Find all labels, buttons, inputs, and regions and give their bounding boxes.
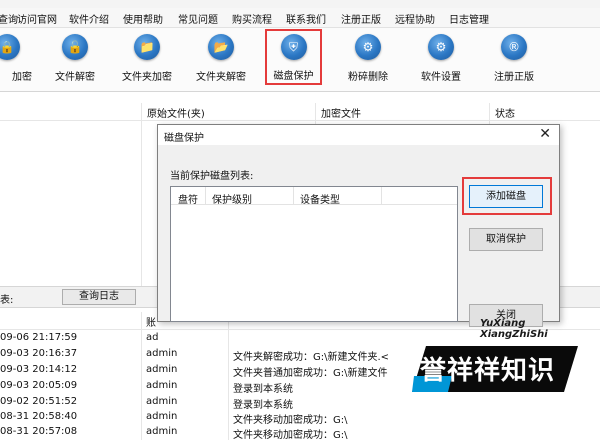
cancel-protect-button[interactable]: 取消保护 xyxy=(469,228,543,251)
menubar: 查询 访问官网 软件介绍 使用帮助 常见问题 购买流程 联系我们 注册正版 远程… xyxy=(0,8,600,28)
shield-icon: ⛨ xyxy=(280,34,307,60)
toolbar-disk-protect-button[interactable]: ⛨ 磁盘保护 xyxy=(265,29,322,85)
column-drive-letter[interactable]: 盘符 xyxy=(178,191,198,206)
column-divider xyxy=(293,187,294,205)
log-row[interactable]: 09-02 20:51:52 admin 登录到本系统 xyxy=(0,395,600,411)
lock-icon: 🔒 xyxy=(0,34,20,60)
log-row[interactable]: 08-31 20:58:40 admin 文件夹移动加密成功：G:\ xyxy=(0,410,600,426)
folder-lock-icon: 📁 xyxy=(134,34,160,60)
column-encrypted-file[interactable]: 加密文件 xyxy=(321,105,361,120)
log-row[interactable]: 08-31 20:57:08 admin 文件夹移动加密成功：G:\ xyxy=(0,425,600,440)
menu-item-search[interactable]: 查询 xyxy=(0,11,18,26)
log-time: 09-03 20:14:12 xyxy=(0,364,78,375)
toolbar-button-label: 磁盘保护 xyxy=(273,71,314,82)
watermark-subtitle: YuXiang XiangZhiShi xyxy=(480,318,548,340)
log-time: 08-31 20:57:08 xyxy=(0,426,78,437)
menu-item-website[interactable]: 访问官网 xyxy=(17,11,57,26)
log-time: 09-02 20:51:52 xyxy=(0,396,78,407)
toolbar-button-label: 文件夹加密 xyxy=(122,72,172,83)
dialog-titlebar[interactable]: 磁盘保护 ✕ xyxy=(158,125,559,145)
log-message: 文件夹移动加密成功：G:\ xyxy=(233,430,348,440)
log-message: 登录到本系统 xyxy=(233,384,293,395)
toolbar-settings-button[interactable]: ⚙ 软件设置 xyxy=(408,30,474,88)
toolbar-shred-delete-button[interactable]: ⚙ 粉碎删除 xyxy=(335,30,401,88)
log-message: 文件夹解密成功：G:\新建文件夹.< xyxy=(233,352,390,363)
column-status[interactable]: 状态 xyxy=(495,105,515,120)
toolbar-button-label: 注册正版 xyxy=(494,72,534,83)
log-label: 表: xyxy=(0,295,14,306)
menu-item-logs[interactable]: 日志管理 xyxy=(449,11,489,26)
toolbar-button-label: 软件设置 xyxy=(421,72,461,83)
menu-item-remote[interactable]: 远程协助 xyxy=(395,11,435,26)
toolbar-button-label: 文件解密 xyxy=(55,72,95,83)
log-user: admin xyxy=(146,380,178,391)
log-time: 09-03 20:05:09 xyxy=(0,380,78,391)
folder-unlock-icon: 📂 xyxy=(208,34,234,60)
disk-list-caption: 当前保护磁盘列表: xyxy=(170,171,254,182)
disk-list-header: 盘符 保护级别 设备类型 xyxy=(171,187,457,206)
log-message: 登录到本系统 xyxy=(233,400,293,411)
toolbar-encrypt-button[interactable]: 🔒 加密 xyxy=(0,30,40,88)
file-table-header: 原始文件(夹) 加密文件 状态 xyxy=(0,103,600,121)
log-time: 08-31 20:58:40 xyxy=(0,411,78,422)
log-user: admin xyxy=(146,426,178,437)
registered-icon: ® xyxy=(501,34,527,60)
column-divider xyxy=(205,187,206,205)
toolbar-button-label: 文件夹解密 xyxy=(196,72,246,83)
menu-item-contact[interactable]: 联系我们 xyxy=(286,11,326,26)
add-disk-button[interactable]: 添加磁盘 xyxy=(469,185,543,208)
log-message: 文件夹普通加密成功：G:\新建文件 xyxy=(233,368,388,379)
watermark-line1: YuXiang xyxy=(480,318,526,329)
watermark-text: 誉祥祥知识 xyxy=(420,356,556,386)
column-user[interactable]: 账 xyxy=(146,314,156,329)
menu-item-purchase[interactable]: 购买流程 xyxy=(232,11,272,26)
log-message: 文件夹移动加密成功：G:\ xyxy=(233,415,348,426)
gear-icon: ⚙ xyxy=(428,34,454,60)
log-user: admin xyxy=(146,364,178,375)
watermark-line2: XiangZhiShi xyxy=(480,329,548,340)
column-divider xyxy=(141,103,142,286)
close-icon[interactable]: ✕ xyxy=(539,126,551,142)
toolbar-file-decrypt-button[interactable]: 🔓 文件解密 xyxy=(42,30,108,88)
toolbar-folder-encrypt-button[interactable]: 📁 文件夹加密 xyxy=(114,30,180,88)
column-device-type[interactable]: 设备类型 xyxy=(300,191,340,206)
toolbar: 🔒 加密 🔓 文件解密 📁 文件夹加密 📂 文件夹解密 ⛨ 磁盘保护 ⚙ 粉碎删… xyxy=(0,28,600,92)
window-title-strip xyxy=(0,0,600,8)
log-user: admin xyxy=(146,348,178,359)
menu-item-intro[interactable]: 软件介绍 xyxy=(69,11,109,26)
log-time: 09-03 20:16:37 xyxy=(0,348,78,359)
toolbar-folder-decrypt-button[interactable]: 📂 文件夹解密 xyxy=(188,30,254,88)
protected-disk-list[interactable]: 盘符 保护级别 设备类型 xyxy=(170,186,458,322)
column-protect-level[interactable]: 保护级别 xyxy=(212,191,252,206)
menu-item-register[interactable]: 注册正版 xyxy=(341,11,381,26)
query-log-button[interactable]: 查询日志 xyxy=(62,289,136,305)
unlock-icon: 🔓 xyxy=(62,34,88,60)
toolbar-button-label: 粉碎删除 xyxy=(348,72,388,83)
column-divider xyxy=(381,187,382,205)
log-user: admin xyxy=(146,396,178,407)
log-time: 09-06 21:17:59 xyxy=(0,332,78,343)
log-user: ad xyxy=(146,332,159,343)
disk-protect-dialog: 磁盘保护 ✕ 当前保护磁盘列表: 盘符 保护级别 设备类型 添加磁盘 取消保护 … xyxy=(157,124,560,327)
toolbar-button-label: 加密 xyxy=(12,72,32,83)
menu-item-faq[interactable]: 常见问题 xyxy=(178,11,218,26)
toolbar-register-button[interactable]: ® 注册正版 xyxy=(481,30,547,88)
menu-item-help[interactable]: 使用帮助 xyxy=(123,11,163,26)
log-user: admin xyxy=(146,411,178,422)
column-original-file[interactable]: 原始文件(夹) xyxy=(147,105,205,120)
shredder-icon: ⚙ xyxy=(355,34,381,60)
dialog-title: 磁盘保护 xyxy=(164,133,204,144)
